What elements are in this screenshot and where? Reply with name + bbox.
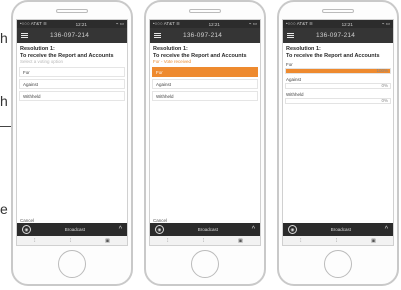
home-button[interactable] <box>191 250 219 278</box>
vote-option-against[interactable]: Against <box>19 79 125 89</box>
menu-icon[interactable] <box>154 33 161 38</box>
phone-select-vote: •○○○ AT&T ≋ 12:21 ⌁ ▭ 136-097-214 Resolu… <box>11 0 133 286</box>
phone-screen: •○○○ AT&T ≋ 12:21 ⌁ ▭ 136-097-214 Resolu… <box>149 19 261 246</box>
nav-icon-1[interactable]: ⫶ <box>167 238 168 244</box>
nav-icon-3[interactable]: ▣ <box>105 238 110 244</box>
result-label-for: For <box>286 62 293 67</box>
vote-option-against[interactable]: Against <box>152 79 258 89</box>
phone-screen: •○○○ AT&T ≋ 12:21 ⌁ ▭ 136-097-214 Resolu… <box>16 19 128 246</box>
chevron-up-icon[interactable]: ^ <box>385 226 388 233</box>
vote-option-for[interactable]: For <box>19 67 125 77</box>
battery-icon: ⌁ ▭ <box>115 21 124 26</box>
meeting-id: 136-097-214 <box>316 32 356 39</box>
broadcast-tab[interactable]: Broadcast <box>164 227 252 232</box>
menu-icon[interactable] <box>287 33 294 38</box>
app-header: 136-097-214 <box>283 28 393 43</box>
result-percent: 0% <box>381 83 388 88</box>
phone-vote-received: •○○○ AT&T ≋ 12:21 ⌁ ▭ 136-097-214 Resolu… <box>144 0 266 286</box>
result-fill <box>286 69 390 73</box>
speaker <box>322 9 354 13</box>
battery-icon: ⌁ ▭ <box>381 21 390 26</box>
app-logo-icon[interactable]: ◉ <box>288 225 297 234</box>
phone-screen: •○○○ AT&T ≋ 12:21 ⌁ ▭ 136-097-214 Resolu… <box>282 19 394 246</box>
result-label-against: Against <box>286 77 302 82</box>
chevron-up-icon[interactable]: ^ <box>119 226 122 233</box>
app-logo-icon[interactable]: ◉ <box>22 225 31 234</box>
voting-hint: Select a voting option <box>20 59 64 64</box>
meeting-id: 136-097-214 <box>183 32 223 39</box>
nav-icon-3[interactable]: ▣ <box>238 238 243 244</box>
nav-icon-2[interactable]: ⫶ <box>336 238 337 244</box>
resolution-title: Resolution 1: To receive the Report and … <box>283 43 393 59</box>
battery-icon: ⌁ ▭ <box>248 21 257 26</box>
bottom-nav: ⫶ ⫶ ▣ <box>150 236 260 245</box>
vote-received-status: For - Vote received <box>153 59 192 64</box>
menu-icon[interactable] <box>21 33 28 38</box>
bottom-nav: ⫶ ⫶ ▣ <box>283 236 393 245</box>
clock: 12:21 <box>75 21 87 27</box>
status-bar: •○○○ AT&T ≋ 12:21 ⌁ ▭ <box>150 20 260 28</box>
clock: 12:21 <box>208 21 220 27</box>
bottom-nav: ⫶ ⫶ ▣ <box>17 236 127 245</box>
vote-option-for-selected[interactable]: For <box>152 67 258 77</box>
broadcast-bar: ◉ Broadcast ^ <box>150 223 260 236</box>
result-percent: 100% <box>376 68 388 73</box>
app-header: 136-097-214 <box>17 28 127 43</box>
meeting-id: 136-097-214 <box>50 32 90 39</box>
vote-option-withheld[interactable]: Withheld <box>152 91 258 101</box>
result-bar-against: 0% <box>285 83 391 89</box>
broadcast-tab[interactable]: Broadcast <box>297 227 385 232</box>
broadcast-tab[interactable]: Broadcast <box>31 227 119 232</box>
carrier-signal: •○○○ AT&T ≋ <box>153 21 180 26</box>
home-button[interactable] <box>58 250 86 278</box>
resolution-text: To receive the Report and Accounts <box>286 52 380 59</box>
vote-option-withheld[interactable]: Withheld <box>19 91 125 101</box>
app-logo-icon[interactable]: ◉ <box>155 225 164 234</box>
result-label-withheld: Withheld <box>286 92 304 97</box>
clock: 12:21 <box>341 21 353 27</box>
nav-icon-1[interactable]: ⫶ <box>34 238 35 244</box>
status-bar: •○○○ AT&T ≋ 12:21 ⌁ ▭ <box>283 20 393 28</box>
resolution-title: Resolution 1: To receive the Report and … <box>17 43 127 59</box>
phone-vote-results: •○○○ AT&T ≋ 12:21 ⌁ ▭ 136-097-214 Resolu… <box>277 0 399 286</box>
broadcast-bar: ◉ Broadcast ^ <box>283 223 393 236</box>
edge-letter-1: h <box>0 30 8 46</box>
speaker <box>189 9 221 13</box>
carrier-signal: •○○○ AT&T ≋ <box>286 21 313 26</box>
home-button[interactable] <box>324 250 352 278</box>
carrier-signal: •○○○ AT&T ≋ <box>20 21 47 26</box>
edge-letter-3: e <box>0 201 8 217</box>
nav-icon-3[interactable]: ▣ <box>371 238 376 244</box>
status-bar: •○○○ AT&T ≋ 12:21 ⌁ ▭ <box>17 20 127 28</box>
result-bar-for: 100% <box>285 68 391 74</box>
result-percent: 0% <box>381 98 388 103</box>
result-bar-withheld: 0% <box>285 98 391 104</box>
nav-icon-1[interactable]: ⫶ <box>300 238 301 244</box>
app-header: 136-097-214 <box>150 28 260 43</box>
nav-icon-2[interactable]: ⫶ <box>70 238 71 244</box>
chevron-up-icon[interactable]: ^ <box>252 226 255 233</box>
broadcast-bar: ◉ Broadcast ^ <box>17 223 127 236</box>
nav-icon-2[interactable]: ⫶ <box>203 238 204 244</box>
resolution-title: Resolution 1: To receive the Report and … <box>150 43 260 59</box>
speaker <box>56 9 88 13</box>
edge-letter-2: h <box>0 93 8 109</box>
